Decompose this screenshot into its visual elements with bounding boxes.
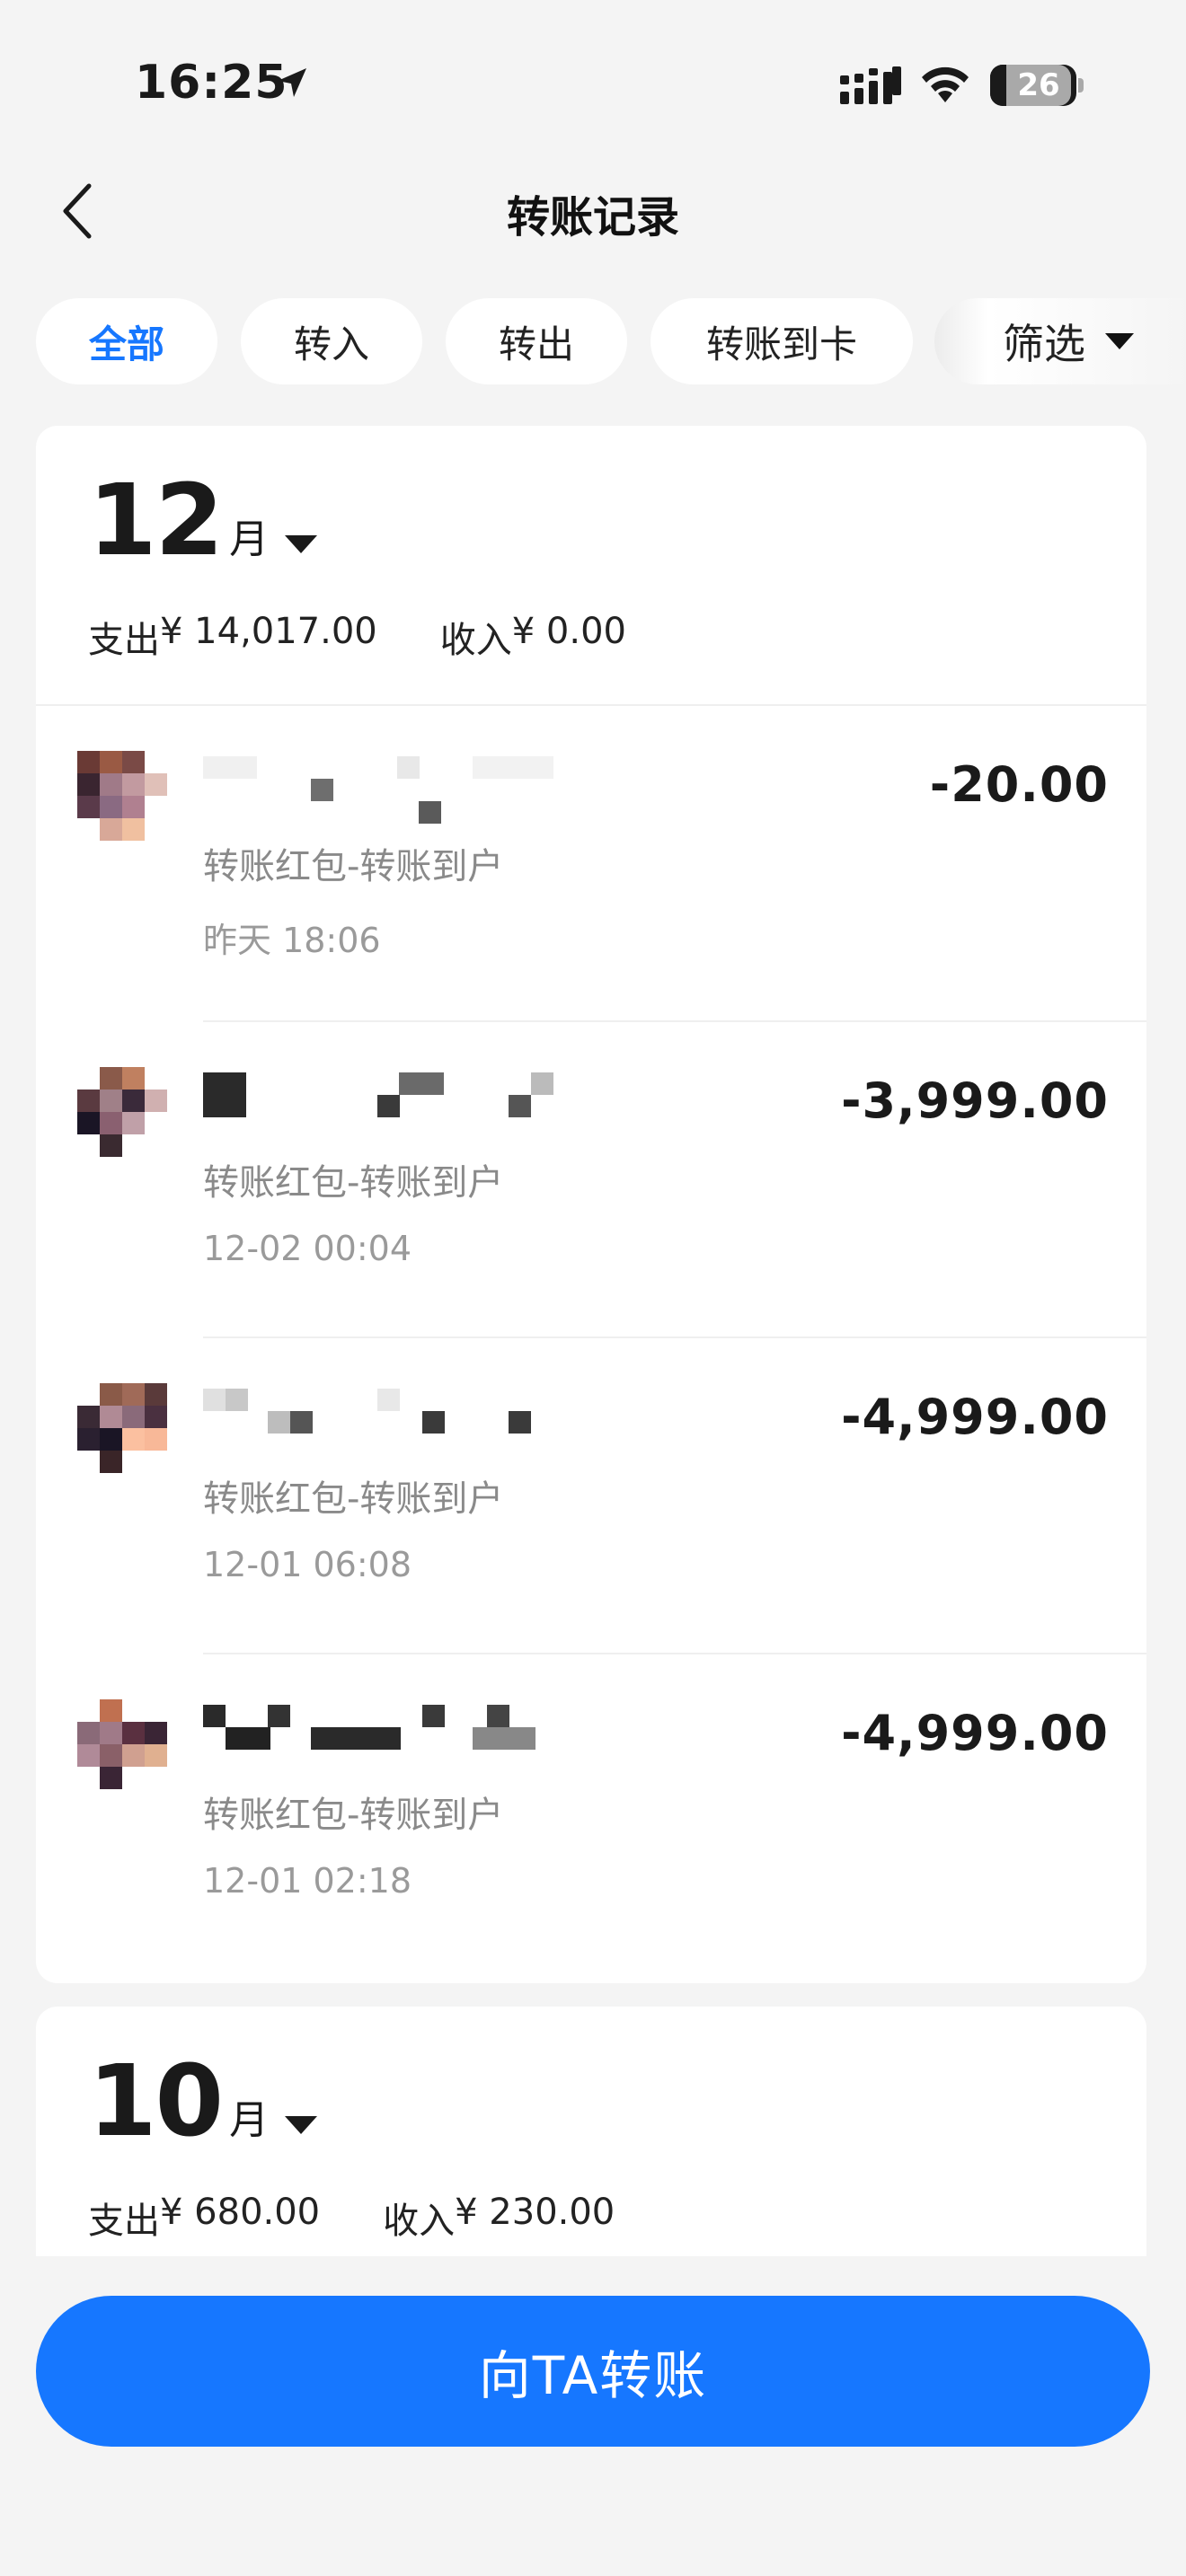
filter-chip-to-card[interactable]: 转账到卡: [651, 298, 913, 384]
transaction-time: 12-01 06:08: [203, 1545, 412, 1584]
transaction-row[interactable]: 转账红包-转账到户 12-02 00:04 -3,999.00: [36, 1020, 1146, 1337]
month-section-december: 12 月 支出 ¥ 14,017.00 收入 ¥ 0.00 转账红包-转账到户 …: [36, 426, 1146, 1983]
transfer-to-contact-button[interactable]: 向TA转账: [36, 2296, 1150, 2447]
cellular-signal-icon: [840, 66, 901, 104]
contact-name-redacted: [203, 756, 580, 824]
transaction-description: 转账红包-转账到户: [203, 1795, 504, 1836]
transaction-time: 12-01 02:18: [203, 1861, 412, 1901]
avatar: [77, 1699, 167, 1789]
month-unit: 月: [229, 516, 270, 562]
battery-level: 26: [1006, 65, 1071, 106]
month-selector[interactable]: 12 月: [88, 463, 318, 578]
transaction-description: 转账红包-转账到户: [203, 846, 504, 887]
avatar: [77, 751, 167, 841]
transaction-row[interactable]: 转账红包-转账到户 12-01 06:08 -4,999.00: [36, 1337, 1146, 1653]
contact-name-redacted: [203, 1389, 580, 1434]
expense-label: 支出: [88, 620, 160, 661]
transaction-amount: -3,999.00: [841, 1072, 1109, 1129]
filter-dropdown-button[interactable]: 筛选: [934, 298, 1186, 384]
filter-chip-in[interactable]: 转入: [241, 298, 422, 384]
income-value: ¥ 230.00: [455, 2192, 615, 2233]
expense-label: 支出: [88, 2201, 160, 2242]
status-bar: 16:25 26: [0, 0, 1186, 162]
transaction-amount: -4,999.00: [841, 1705, 1109, 1761]
income-label: 收入: [439, 620, 512, 661]
filter-dropdown-label: 筛选: [1003, 320, 1085, 368]
month-summary: 支出 ¥ 680.00 收入 ¥ 230.00: [88, 2192, 615, 2244]
month-unit: 月: [229, 2097, 270, 2143]
transaction-row[interactable]: 转账红包-转账到户 12-01 02:18 -4,999.00: [36, 1653, 1146, 1969]
transaction-amount: -4,999.00: [841, 1389, 1109, 1445]
income-value: ¥ 0.00: [511, 611, 626, 652]
navigation-bar: 转账记录: [0, 162, 1186, 260]
wifi-icon: [922, 66, 969, 102]
battery-indicator: 26: [990, 65, 1084, 106]
transaction-row[interactable]: 转账红包-转账到户 昨天 18:06 -20.00: [36, 704, 1146, 1020]
avatar: [77, 1067, 167, 1157]
month-number: 12: [88, 463, 224, 578]
income-label: 收入: [383, 2201, 456, 2242]
page-title: 转账记录: [506, 192, 679, 243]
expense-value: ¥ 680.00: [160, 2192, 321, 2233]
avatar: [77, 1383, 167, 1473]
filter-bar: 全部 转入 转出 转账到卡 筛选: [0, 298, 1186, 384]
caret-down-icon: [285, 535, 318, 553]
filter-chip-out[interactable]: 转出: [446, 298, 627, 384]
transaction-description: 转账红包-转账到户: [203, 1478, 504, 1520]
transaction-time: 昨天 18:06: [203, 921, 381, 960]
caret-down-icon: [285, 2116, 318, 2134]
month-summary: 支出 ¥ 14,017.00 收入 ¥ 0.00: [88, 611, 626, 663]
expense-value: ¥ 14,017.00: [160, 611, 377, 652]
filter-chip-all[interactable]: 全部: [36, 298, 217, 384]
transaction-description: 转账红包-转账到户: [203, 1162, 504, 1204]
contact-name-redacted: [203, 1705, 580, 1750]
month-number: 10: [88, 2043, 224, 2158]
transaction-time: 12-02 00:04: [203, 1229, 412, 1268]
location-arrow-icon: [278, 68, 306, 97]
caret-down-icon: [1105, 333, 1134, 349]
contact-name-redacted: [203, 1072, 580, 1117]
transfer-records-screen: 16:25 26 转账记录 全部 转入 转出 转账到卡 筛选 12 月 支出 ¥…: [0, 0, 1186, 2576]
bottom-action-bar: 向TA转账: [0, 2256, 1186, 2576]
month-selector[interactable]: 10 月: [88, 2043, 318, 2158]
status-time: 16:25: [135, 56, 288, 110]
transaction-amount: -20.00: [929, 756, 1109, 813]
